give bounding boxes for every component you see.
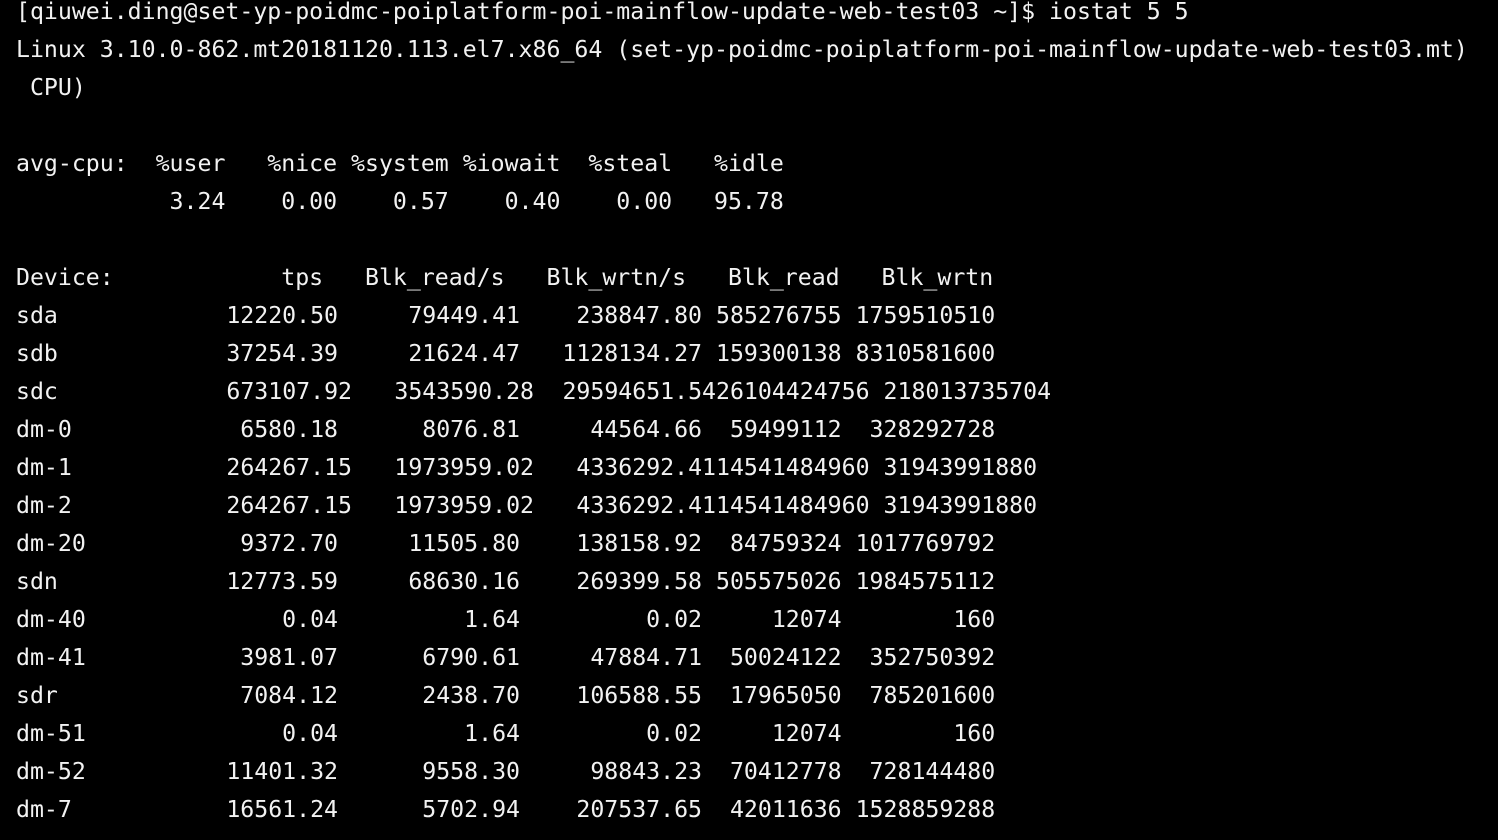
kernel-info-line: Linux 3.10.0-862.mt20181120.113.el7.x86_… (16, 36, 1468, 63)
table-row: dm-2 264267.15 1973959.02 4336292.41 145… (16, 487, 1116, 525)
blk-totals-value: 14541484960 31943991880 (716, 454, 1038, 481)
blk-read-s-value: 9558.30 (422, 758, 520, 785)
blk-wrtn-s-value: 98843.23 (590, 758, 702, 785)
device-name: sdc (16, 378, 58, 405)
blk-read-s-value: 79449.41 (408, 302, 520, 329)
blk-read-s-value: 1973959.02 (394, 492, 534, 519)
table-row: dm-51 0.04 1.64 0.02 12074 160 (16, 715, 1116, 753)
blk-totals-value: 505575026 1984575112 (716, 568, 996, 595)
blk-wrtn-s-value: 0.02 (646, 606, 702, 633)
table-row: dm-1 264267.15 1973959.02 4336292.41 145… (16, 449, 1116, 487)
table-row: sdc 673107.92 3543590.28 29594651.54 261… (16, 373, 1116, 411)
blk-read-s-value: 5702.94 (422, 796, 520, 823)
blk-totals-value: 26104424756 218013735704 (716, 378, 1052, 405)
tps-value: 3981.07 (240, 644, 338, 671)
table-row: dm-41 3981.07 6790.61 47884.71 50024122 … (16, 639, 1116, 677)
blk-wrtn-s-value: 44564.66 (590, 416, 702, 443)
blk-read-s-value: 3543590.28 (394, 378, 534, 405)
blk-totals-value: 59499112 328292728 (716, 416, 996, 443)
terminal-window[interactable]: [qiuwei.ding@set-yp-poidmc-poiplatform-p… (16, 0, 1494, 840)
blk-read-s-value: 11505.80 (408, 530, 520, 557)
blk-wrtn-s-value: 269399.58 (576, 568, 702, 595)
device-name: dm-2 (16, 492, 72, 519)
avg-cpu-header: avg-cpu: %user %nice %system %iowait %st… (16, 150, 784, 177)
blk-totals-value: 12074 160 (716, 606, 996, 633)
tps-value: 0.04 (282, 606, 338, 633)
tps-value: 9372.70 (240, 530, 338, 557)
table-row: dm-20 9372.70 11505.80 138158.92 8475932… (16, 525, 1116, 563)
device-name: sdr (16, 682, 58, 709)
table-row: sdn 12773.59 68630.16 269399.58 50557502… (16, 563, 1116, 601)
blk-read-s-value: 6790.61 (422, 644, 520, 671)
device-name: dm-20 (16, 530, 86, 557)
blk-totals-value: 585276755 1759510510 (716, 302, 996, 329)
table-row: dm-7 16561.24 5702.94 207537.65 42011636… (16, 791, 1116, 829)
device-name: dm-0 (16, 416, 72, 443)
device-name: dm-40 (16, 606, 86, 633)
avg-cpu-values: 3.24 0.00 0.57 0.40 0.00 95.78 (16, 188, 784, 215)
tps-value: 16561.24 (226, 796, 338, 823)
blk-wrtn-s-value: 47884.71 (590, 644, 702, 671)
blk-wrtn-s-value: 4336292.41 (576, 492, 716, 519)
device-name: sdn (16, 568, 58, 595)
device-table-header: Device: tps Blk_read/s Blk_wrtn/s Blk_re… (16, 264, 994, 291)
blk-totals-value: 12074 160 (716, 720, 996, 747)
tps-value: 11401.32 (226, 758, 338, 785)
blk-wrtn-s-value: 138158.92 (576, 530, 702, 557)
blk-read-s-value: 21624.47 (408, 340, 520, 367)
blk-read-s-value: 1973959.02 (394, 454, 534, 481)
blk-totals-value: 84759324 1017769792 (716, 530, 996, 557)
table-row: sdr 7084.12 2438.70 106588.55 17965050 7… (16, 677, 1116, 715)
tps-value: 264267.15 (226, 492, 352, 519)
device-name: dm-1 (16, 454, 72, 481)
command-prompt-line: [qiuwei.ding@set-yp-poidmc-poiplatform-p… (16, 0, 1189, 25)
blk-wrtn-s-value: 0.02 (646, 720, 702, 747)
blk-read-s-value: 2438.70 (422, 682, 520, 709)
device-name: dm-7 (16, 796, 72, 823)
table-row: dm-40 0.04 1.64 0.02 12074 160 (16, 601, 1116, 639)
blk-totals-value: 159300138 8310581600 (716, 340, 996, 367)
blk-read-s-value: 1.64 (464, 720, 520, 747)
tps-value: 673107.92 (226, 378, 352, 405)
blk-read-s-value: 1.64 (464, 606, 520, 633)
blk-read-s-value: 68630.16 (408, 568, 520, 595)
device-name: dm-51 (16, 720, 86, 747)
cpu-count-line: CPU) (16, 74, 86, 101)
tps-value: 0.04 (282, 720, 338, 747)
tps-value: 7084.12 (240, 682, 338, 709)
device-name: sdb (16, 340, 58, 367)
device-name: sda (16, 302, 58, 329)
blk-read-s-value: 8076.81 (422, 416, 520, 443)
blk-wrtn-s-value: 29594651.54 (562, 378, 716, 405)
table-row: dm-0 6580.18 8076.81 44564.66 59499112 3… (16, 411, 1116, 449)
blk-totals-value: 70412778 728144480 (716, 758, 996, 785)
table-row: sda 12220.50 79449.41 238847.80 58527675… (16, 297, 1116, 335)
blk-totals-value: 42011636 1528859288 (716, 796, 996, 823)
blk-wrtn-s-value: 1128134.27 (562, 340, 702, 367)
tps-value: 12220.50 (226, 302, 338, 329)
blk-totals-value: 17965050 785201600 (716, 682, 996, 709)
tps-value: 264267.15 (226, 454, 352, 481)
blk-totals-value: 50024122 352750392 (716, 644, 996, 671)
blk-wrtn-s-value: 106588.55 (576, 682, 702, 709)
device-name: dm-52 (16, 758, 86, 785)
tps-value: 12773.59 (226, 568, 338, 595)
blk-wrtn-s-value: 207537.65 (576, 796, 702, 823)
device-name: dm-41 (16, 644, 86, 671)
table-row: dm-52 11401.32 9558.30 98843.23 70412778… (16, 753, 1116, 791)
table-row: sdb 37254.39 21624.47 1128134.27 1593001… (16, 335, 1116, 373)
blk-totals-value: 14541484960 31943991880 (716, 492, 1038, 519)
tps-value: 37254.39 (226, 340, 338, 367)
blk-wrtn-s-value: 238847.80 (576, 302, 702, 329)
tps-value: 6580.18 (240, 416, 338, 443)
blk-wrtn-s-value: 4336292.41 (576, 454, 716, 481)
